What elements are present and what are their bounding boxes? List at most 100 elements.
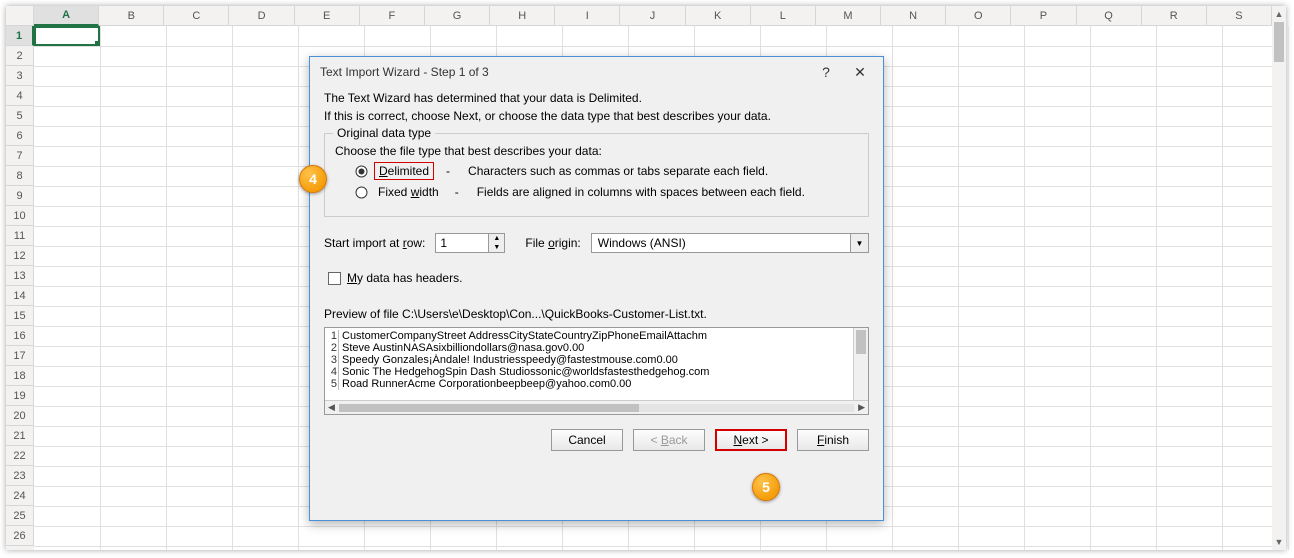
radio-delimited-row[interactable]: Delimited - Characters such as commas or…	[355, 162, 858, 180]
col-header-P[interactable]: P	[1011, 6, 1076, 26]
row-header-1[interactable]: 1	[6, 26, 34, 46]
preview-label: Preview of file C:\Users\e\Desktop\Con..…	[324, 307, 869, 321]
row-header-11[interactable]: 11	[6, 226, 34, 246]
chevron-down-icon[interactable]: ▼	[850, 234, 868, 252]
row-header-3[interactable]: 3	[6, 66, 34, 86]
intro-line-1: The Text Wizard has determined that your…	[324, 91, 869, 105]
preview-line: 3Speedy Gonzales¡Ándale! Industriesspeed…	[325, 354, 852, 366]
col-header-N[interactable]: N	[881, 6, 946, 26]
col-header-B[interactable]: B	[99, 6, 164, 26]
checkbox-unchecked-icon[interactable]	[328, 272, 341, 285]
row-header-18[interactable]: 18	[6, 366, 34, 386]
close-icon: ✕	[854, 64, 866, 81]
select-all-corner[interactable]	[6, 6, 34, 26]
row-header-19[interactable]: 19	[6, 386, 34, 406]
col-header-K[interactable]: K	[686, 6, 751, 26]
row-header-12[interactable]: 12	[6, 246, 34, 266]
row-header-26[interactable]: 26	[6, 526, 34, 546]
col-header-M[interactable]: M	[816, 6, 881, 26]
dialog-titlebar[interactable]: Text Import Wizard - Step 1 of 3 ? ✕	[310, 57, 883, 87]
row-header-15[interactable]: 15	[6, 306, 34, 326]
vertical-scrollbar[interactable]: ▲ ▼	[1272, 6, 1286, 550]
preview-line: 4Sonic The HedgehogSpin Dash Studiossoni…	[325, 366, 852, 378]
radio-fixed-desc: Fields are aligned in columns with space…	[477, 185, 805, 199]
radio-fixed-label: Fixed width	[374, 184, 443, 200]
radio-unselected-icon	[355, 186, 368, 199]
spin-down-icon[interactable]: ▼	[489, 243, 504, 252]
radio-fixed-row[interactable]: Fixed width - Fields are aligned in colu…	[355, 184, 858, 200]
scroll-left-icon[interactable]: ◀	[328, 402, 335, 413]
row-header-24[interactable]: 24	[6, 486, 34, 506]
group-subheading: Choose the file type that best describes…	[335, 144, 858, 158]
row-header-20[interactable]: 20	[6, 406, 34, 426]
row-header-5[interactable]: 5	[6, 106, 34, 126]
row-header-16[interactable]: 16	[6, 326, 34, 346]
headers-checkbox-label: My data has headers.	[347, 271, 462, 285]
headers-checkbox-row[interactable]: My data has headers.	[328, 271, 869, 285]
col-header-I[interactable]: I	[555, 6, 620, 26]
row-header-17[interactable]: 17	[6, 346, 34, 366]
row-header-22[interactable]: 22	[6, 446, 34, 466]
preview-line: 1CustomerCompanyStreet AddressCityStateC…	[325, 330, 852, 342]
next-button[interactable]: Next >	[715, 429, 787, 451]
finish-button[interactable]: Finish	[797, 429, 869, 451]
row-header-4[interactable]: 4	[6, 86, 34, 106]
active-cell[interactable]	[34, 26, 100, 46]
row-header-8[interactable]: 8	[6, 166, 34, 186]
radio-delimited-label: Delimited	[374, 162, 434, 180]
start-row-label: Start import at row:	[324, 236, 425, 250]
row-header-13[interactable]: 13	[6, 266, 34, 286]
radio-selected-icon	[355, 165, 368, 178]
preview-vscroll[interactable]	[853, 328, 868, 400]
preview-hthumb[interactable]	[339, 404, 639, 412]
row-header-10[interactable]: 10	[6, 206, 34, 226]
original-data-type-group: Original data type Choose the file type …	[324, 133, 869, 217]
row-header-9[interactable]: 9	[6, 186, 34, 206]
col-header-A[interactable]: A	[34, 6, 99, 26]
file-origin-combo[interactable]: Windows (ANSI) ▼	[591, 233, 869, 253]
intro-line-2: If this is correct, choose Next, or choo…	[324, 109, 869, 123]
col-header-G[interactable]: G	[425, 6, 490, 26]
col-header-D[interactable]: D	[229, 6, 294, 26]
row-header-2[interactable]: 2	[6, 46, 34, 66]
radio-delimited-desc: Characters such as commas or tabs separa…	[468, 164, 768, 178]
col-header-C[interactable]: C	[164, 6, 229, 26]
row-header-7[interactable]: 7	[6, 146, 34, 166]
col-header-E[interactable]: E	[295, 6, 360, 26]
file-origin-label: File origin:	[525, 236, 580, 250]
col-header-S[interactable]: S	[1207, 6, 1272, 26]
row-header-23[interactable]: 23	[6, 466, 34, 486]
column-headers: ABCDEFGHIJKLMNOPQRS	[34, 6, 1272, 26]
spreadsheet-frame: ABCDEFGHIJKLMNOPQRS 12345678910111213141…	[6, 6, 1286, 550]
help-button[interactable]: ?	[809, 60, 843, 84]
preview-line: 2Steve AustinNASAsixbilliondollars@nasa.…	[325, 342, 852, 354]
row-header-6[interactable]: 6	[6, 126, 34, 146]
preview-hscroll[interactable]: ◀ ▶	[325, 400, 868, 414]
preview-pane: 1CustomerCompanyStreet AddressCityStateC…	[324, 327, 869, 415]
text-import-wizard-dialog: Text Import Wizard - Step 1 of 3 ? ✕ The…	[309, 56, 884, 521]
row-header-21[interactable]: 21	[6, 426, 34, 446]
col-header-L[interactable]: L	[751, 6, 816, 26]
scroll-right-icon[interactable]: ▶	[858, 402, 865, 413]
spin-up-icon[interactable]: ▲	[489, 234, 504, 243]
col-header-H[interactable]: H	[490, 6, 555, 26]
row-header-14[interactable]: 14	[6, 286, 34, 306]
col-header-F[interactable]: F	[360, 6, 425, 26]
annotation-badge-5: 5	[752, 473, 780, 501]
row-header-25[interactable]: 25	[6, 506, 34, 526]
col-header-R[interactable]: R	[1142, 6, 1207, 26]
col-header-J[interactable]: J	[620, 6, 685, 26]
col-header-Q[interactable]: Q	[1077, 6, 1142, 26]
scroll-thumb[interactable]	[1274, 22, 1284, 62]
preview-line: 5Road RunnerAcme Corporationbeepbeep@yah…	[325, 378, 852, 390]
scroll-up-icon[interactable]: ▲	[1272, 6, 1286, 22]
scroll-down-icon[interactable]: ▼	[1272, 534, 1286, 550]
file-origin-value: Windows (ANSI)	[592, 234, 850, 252]
preview-vthumb[interactable]	[856, 330, 866, 354]
group-legend: Original data type	[333, 126, 435, 140]
start-row-spinner[interactable]: ▲▼	[435, 233, 505, 253]
close-button[interactable]: ✕	[843, 60, 877, 84]
cancel-button[interactable]: Cancel	[551, 429, 623, 451]
start-row-input[interactable]	[436, 234, 488, 252]
col-header-O[interactable]: O	[946, 6, 1011, 26]
